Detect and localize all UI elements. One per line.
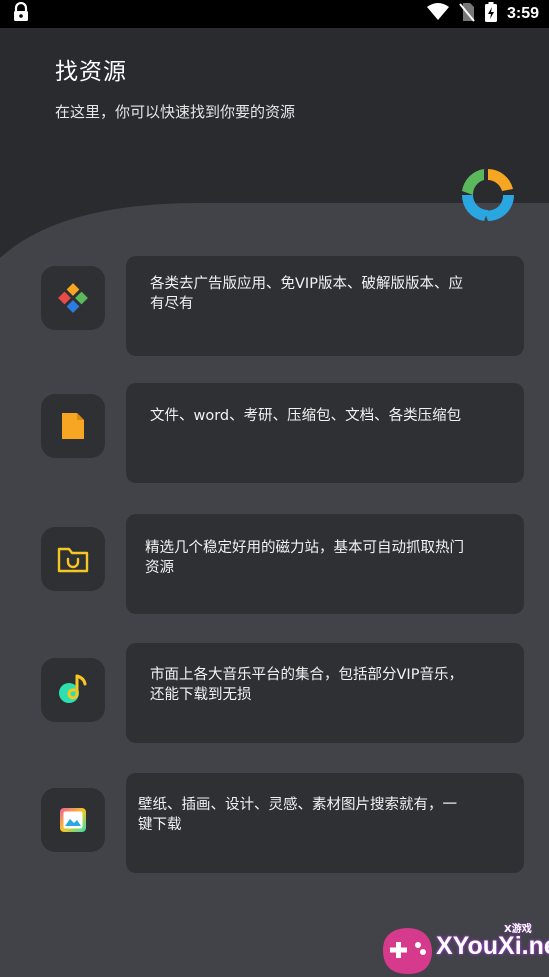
status-time: 3:59 bbox=[506, 5, 539, 22]
feature-card-music[interactable]: 市面上各大音乐平台的集合，包括部分VIP音乐， 还能下载到无损 bbox=[126, 643, 524, 743]
apps-icon[interactable] bbox=[41, 266, 105, 330]
feature-text-line1: 文件、word、考研、压缩包、文档、各类压缩包 bbox=[150, 408, 462, 424]
watermark-brand: XYouXi.net bbox=[436, 932, 549, 960]
feature-text-line2: 还能下载到无损 bbox=[150, 687, 252, 703]
feature-card-documents[interactable]: 文件、word、考研、压缩包、文档、各类压缩包 bbox=[126, 383, 524, 483]
feature-text-line2: 键下载 bbox=[138, 817, 182, 833]
magnet-folder-icon[interactable] bbox=[41, 527, 105, 591]
status-bar: 3:59 bbox=[0, 0, 549, 28]
page-subtitle: 在这里，你可以快速找到你要的资源 bbox=[55, 103, 296, 121]
document-icon[interactable] bbox=[41, 394, 105, 458]
status-icons: 3:59 bbox=[426, 2, 539, 26]
image-icon[interactable] bbox=[41, 788, 105, 852]
feature-text-line1: 各类去广告版应用、免VIP版本、破解版版本、应 bbox=[150, 276, 463, 292]
app-logo-icon bbox=[461, 169, 514, 221]
feature-card-images[interactable]: 壁纸、插画、设计、灵感、素材图片搜索就有，一 键下载 bbox=[126, 773, 524, 873]
feature-text-line2: 资源 bbox=[145, 560, 174, 576]
music-note-icon[interactable] bbox=[41, 658, 105, 722]
feature-text-line1: 市面上各大音乐平台的集合，包括部分VIP音乐， bbox=[150, 667, 463, 683]
wifi-icon bbox=[426, 3, 449, 25]
feature-text-line1: 壁纸、插画、设计、灵感、素材图片搜索就有，一 bbox=[138, 797, 457, 813]
no-sim-icon bbox=[459, 2, 475, 26]
lock-icon bbox=[12, 1, 30, 26]
feature-text-line2: 有尽有 bbox=[150, 296, 194, 312]
feature-card-apps[interactable]: 各类去广告版应用、免VIP版本、破解版版本、应 有尽有 bbox=[126, 256, 524, 356]
feature-card-magnet[interactable]: 精选几个稳定好用的磁力站，基本可自动抓取热门 资源 bbox=[126, 514, 524, 614]
feature-text-line1: 精选几个稳定好用的磁力站，基本可自动抓取热门 bbox=[145, 540, 464, 556]
battery-charging-icon bbox=[484, 2, 497, 26]
page-title: 找资源 bbox=[55, 59, 127, 85]
